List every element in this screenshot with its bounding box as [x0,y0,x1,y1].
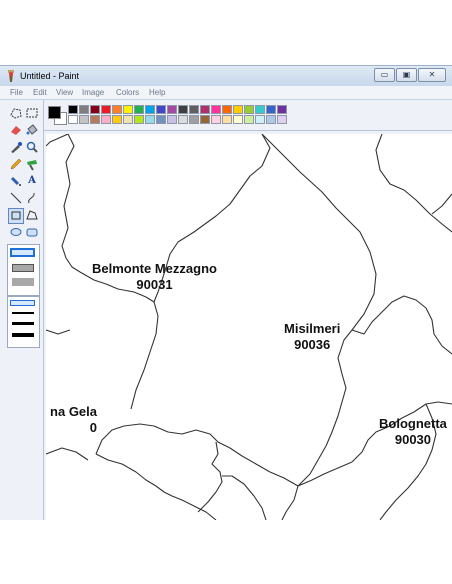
color-swatch[interactable] [123,105,133,114]
color-picker-icon[interactable] [9,140,23,154]
paint-app-icon [8,70,14,82]
rect-select-icon[interactable] [25,106,39,120]
color-swatch[interactable] [101,105,111,114]
color-swatch[interactable] [200,105,210,114]
close-button[interactable]: ✕ [418,68,446,82]
minimize-button[interactable]: ▭ [374,68,395,82]
label-name: na Gela [50,404,97,419]
line-width-options [7,296,40,348]
menu-image[interactable]: Image [82,88,104,97]
fill-style-solid[interactable] [12,278,34,286]
fill-style-outline-fill[interactable] [12,264,34,272]
menu-edit[interactable]: Edit [33,88,47,97]
color-swatch[interactable] [222,105,232,114]
label-name: Misilmeri [284,321,341,336]
rectangle-icon[interactable] [8,208,24,224]
map-label-belmonte: Belmonte Mezzagno 90031 [92,261,217,293]
map-borders [46,134,452,520]
color-swatch[interactable] [112,105,122,114]
color-swatch[interactable] [200,115,210,124]
brush-icon[interactable] [25,157,39,171]
window-title: Untitled - Paint [20,71,80,81]
color-swatch[interactable] [211,105,221,114]
color-swatch[interactable] [255,105,265,114]
line-width-2[interactable] [12,312,34,314]
color-swatch[interactable] [266,115,276,124]
menu-bar: File Edit View Image Colors Help [0,86,452,100]
fill-bucket-icon[interactable] [25,123,39,137]
maximize-button[interactable]: ▣ [396,68,417,82]
menu-help[interactable]: Help [149,88,165,97]
menu-colors[interactable]: Colors [116,88,139,97]
pencil-icon[interactable] [9,157,23,171]
color-swatch[interactable] [156,115,166,124]
color-swatch[interactable] [90,105,100,114]
color-swatch[interactable] [189,105,199,114]
color-swatch[interactable] [178,105,188,114]
color-swatch[interactable] [156,105,166,114]
drawing-canvas[interactable]: Belmonte Mezzagno 90031 Misilmeri 90036 … [46,134,452,520]
color-swatch[interactable] [145,115,155,124]
fill-style-outline[interactable] [10,248,35,257]
color-swatch[interactable] [145,105,155,114]
eraser-icon[interactable] [9,123,23,137]
line-icon[interactable] [9,191,23,205]
foreground-color[interactable] [48,106,61,119]
fill-style-options [7,244,40,296]
color-swatch[interactable] [222,115,232,124]
polygon-icon[interactable] [25,208,39,222]
map-label-santa-cristina-gela: na Gela 0 [46,404,97,436]
color-swatch[interactable] [167,115,177,124]
color-swatch[interactable] [79,105,89,114]
color-swatch[interactable] [123,115,133,124]
color-swatch[interactable] [244,105,254,114]
menu-view[interactable]: View [56,88,73,97]
color-palette [44,100,452,131]
label-name: Belmonte Mezzagno [92,261,217,276]
color-swatch[interactable] [90,115,100,124]
color-swatch[interactable] [68,105,78,114]
color-swatch[interactable] [167,105,177,114]
line-width-4[interactable] [12,333,34,337]
color-swatch[interactable] [233,115,243,124]
color-swatch[interactable] [255,115,265,124]
color-swatch[interactable] [101,115,111,124]
color-swatch[interactable] [266,105,276,114]
color-swatch[interactable] [178,115,188,124]
ellipse-icon[interactable] [9,225,23,239]
map-label-misilmeri: Misilmeri 90036 [284,321,340,353]
color-swatch[interactable] [277,105,287,114]
free-select-icon[interactable] [9,106,23,120]
label-name: Bolognetta [379,416,447,431]
map-label-bolognetta: Bolognetta 90030 [379,416,447,448]
magnifier-icon[interactable] [25,140,39,154]
menu-file[interactable]: File [10,88,23,97]
paint-window: Untitled - Paint ▭ ▣ ✕ File Edit View Im… [0,65,452,520]
color-swatch[interactable] [244,115,254,124]
color-swatch[interactable] [134,115,144,124]
text-tool-icon[interactable]: A [25,174,39,188]
label-code: 0 [89,420,97,435]
airbrush-icon[interactable] [9,174,23,188]
color-swatch[interactable] [112,115,122,124]
curve-icon[interactable] [25,191,39,205]
color-swatch[interactable] [189,115,199,124]
color-swatch[interactable] [134,105,144,114]
color-swatch[interactable] [68,115,78,124]
current-colors[interactable] [46,104,68,126]
line-width-1[interactable] [10,300,35,306]
label-code: 90031 [136,277,173,292]
label-code: 90036 [294,337,331,352]
title-bar[interactable]: Untitled - Paint ▭ ▣ ✕ [0,66,452,86]
toolbox: A [0,100,44,520]
color-swatch[interactable] [211,115,221,124]
label-code: 90030 [394,432,432,447]
color-swatch[interactable] [277,115,287,124]
color-swatch[interactable] [79,115,89,124]
line-width-3[interactable] [12,322,34,325]
rounded-rectangle-icon[interactable] [25,225,39,239]
color-swatch[interactable] [233,105,243,114]
